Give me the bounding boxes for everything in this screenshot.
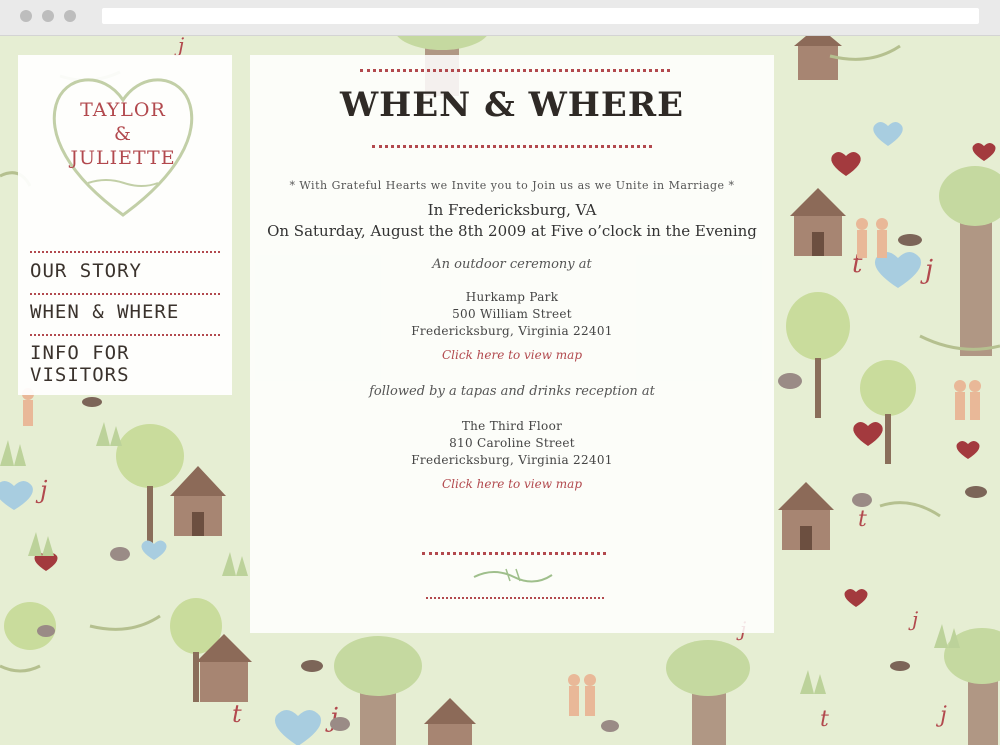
- reception-venue-name: The Third Floor: [461, 419, 563, 433]
- house-icon: [170, 466, 226, 536]
- nav-item-info-for-visitors[interactable]: INFO FOR VISITORS: [30, 342, 222, 386]
- svg-text:t: t: [858, 507, 867, 532]
- decorative-border-top: [360, 69, 670, 77]
- ceremony-map-link[interactable]: Click here to view map: [250, 348, 774, 362]
- svg-text:j: j: [920, 255, 933, 285]
- decorative-border-bottom-lower: [426, 597, 604, 605]
- reception-intro: followed by a tapas and drinks reception…: [369, 384, 655, 399]
- window-close-dot[interactable]: [20, 10, 32, 22]
- round-tree-icon: [786, 292, 850, 418]
- ceremony-venue-name: Hurkamp Park: [465, 290, 559, 304]
- nav-item-our-story[interactable]: OUR STORY: [30, 260, 222, 282]
- ceremony-intro: An outdoor ceremony at: [432, 257, 592, 272]
- logo-ampersand: &: [114, 123, 132, 145]
- heart-logo-icon: [52, 78, 194, 217]
- sidebar: TAYLOR & JULIETTE OUR STORY WHEN & WHERE…: [18, 55, 232, 395]
- svg-text:t: t: [232, 700, 242, 728]
- reception-street: 810 Caroline Street: [449, 436, 575, 450]
- address-bar[interactable]: [102, 8, 979, 24]
- decorative-border-under-title: [372, 145, 652, 153]
- nav-divider: [30, 293, 220, 297]
- svg-text:j: j: [935, 703, 947, 728]
- svg-text:j: j: [908, 607, 918, 631]
- invitation-line: * With Grateful Hearts we Invite you to …: [289, 179, 735, 192]
- house-icon: [790, 188, 846, 256]
- event-date: On Saturday, August the 8th 2009 at Five…: [267, 222, 757, 240]
- round-tree-icon: [860, 360, 916, 464]
- flourish-icon: [473, 568, 553, 583]
- ceremony-street: 500 William Street: [452, 307, 572, 321]
- nav-divider: [30, 334, 220, 338]
- page-title: WHEN & WHERE: [339, 85, 685, 125]
- window-minimize-dot[interactable]: [42, 10, 54, 22]
- house-icon: [424, 698, 476, 745]
- ceremony-city: Fredericksburg, Virginia 22401: [411, 324, 613, 338]
- tree-icon: [666, 640, 750, 745]
- reception-city: Fredericksburg, Virginia 22401: [411, 453, 613, 467]
- logo-name-taylor: TAYLOR: [80, 99, 166, 121]
- logo-name-juliette: JULIETTE: [70, 147, 176, 169]
- event-location: In Fredericksburg, VA: [427, 201, 597, 219]
- window-maximize-dot[interactable]: [64, 10, 76, 22]
- browser-chrome: [0, 0, 1000, 36]
- nav-item-when-where[interactable]: WHEN & WHERE: [30, 301, 222, 323]
- nav-divider: [30, 251, 220, 255]
- round-tree-icon: [116, 424, 184, 546]
- tree-icon: [939, 166, 1000, 356]
- house-icon: [778, 482, 834, 550]
- svg-text:t: t: [820, 707, 829, 732]
- svg-text:j: j: [35, 476, 48, 504]
- content-panel: WHEN & WHERE * With Grateful Hearts we I…: [250, 55, 774, 633]
- decorative-border-bottom: [422, 552, 606, 560]
- svg-text:j: j: [174, 36, 184, 57]
- reception-map-link[interactable]: Click here to view map: [250, 477, 774, 491]
